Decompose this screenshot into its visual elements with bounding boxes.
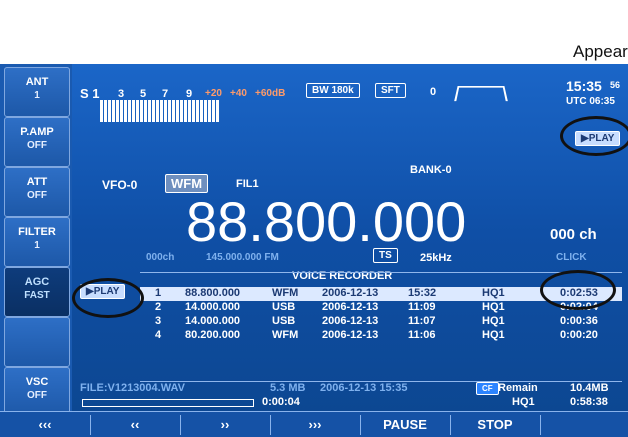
click-label: CLICK xyxy=(556,252,587,263)
remain-time: 0:58:38 xyxy=(570,396,608,408)
highlight-circle-duration xyxy=(540,270,616,310)
agc-button[interactable]: AGC FAST xyxy=(4,267,70,317)
sub-frequency: 145.000.000 FM xyxy=(206,252,279,263)
appear-annotation: Appear xyxy=(573,42,628,61)
playback-progress xyxy=(82,399,254,407)
rewind-button[interactable]: ‹‹ xyxy=(90,415,181,435)
scale-7: 7 xyxy=(162,88,169,100)
vsc-button[interactable]: VSC OFF xyxy=(4,367,70,417)
p-amp-button[interactable]: P.AMP OFF xyxy=(4,117,70,167)
radio-screen: ANT 1 P.AMP OFF ATT OFF FILTER 1 AGC FAST VSC… xyxy=(0,64,628,437)
vfo-label: VFO-0 xyxy=(102,178,138,192)
stop-button[interactable]: STOP xyxy=(450,415,541,435)
s-meter-bars xyxy=(100,100,270,122)
scale-plus60: +60dB xyxy=(255,88,286,99)
main-frequency: 88.800.000 xyxy=(186,190,467,253)
sub-channel: 000ch xyxy=(146,252,175,263)
bank-label: BANK-0 xyxy=(410,164,452,176)
ts-value: 25kHz xyxy=(420,252,452,264)
remain-label: Remain xyxy=(498,382,538,394)
cf-card-icon: CF xyxy=(476,382,499,395)
channel-unit: 000 ch xyxy=(550,226,597,243)
scale-plus20: +20 xyxy=(205,88,222,99)
scale-9: 9 xyxy=(186,88,193,100)
utc-time: UTC 06:35 xyxy=(566,96,615,107)
remain-size: 10.4MB xyxy=(570,382,609,394)
filter-button[interactable]: FILTER 1 xyxy=(4,217,70,267)
left-button-column: ANT 1 P.AMP OFF ATT OFF FILTER 1 AGC FAST VSC… xyxy=(0,64,72,417)
scale-plus40: +40 xyxy=(230,88,247,99)
forward-button[interactable]: ›› xyxy=(180,415,271,435)
file-name: FILE:V1213004.WAV xyxy=(80,382,185,394)
fast-rewind-button[interactable]: ‹‹‹ xyxy=(0,415,91,435)
fast-forward-button[interactable]: ››› xyxy=(270,415,361,435)
blank-button[interactable] xyxy=(4,317,70,367)
clock-seconds: 56 xyxy=(610,80,621,90)
elapsed-time: 0:00:04 xyxy=(262,396,300,408)
sft-badge: SFT xyxy=(375,83,406,98)
pause-button[interactable]: PAUSE xyxy=(360,415,451,435)
sft-value: 0 xyxy=(430,86,437,98)
list-item[interactable]: 4 80.200.000 WFM 2006-12-13 11:06 HQ1 0:00:20 xyxy=(140,329,622,343)
meter-label: S 1 xyxy=(80,86,100,101)
remain-quality: HQ1 xyxy=(512,396,535,408)
scale-3: 3 xyxy=(118,88,125,100)
att-button[interactable]: ATT OFF xyxy=(4,167,70,217)
highlight-circle-top-right xyxy=(560,116,628,156)
clock: 15:35 xyxy=(566,78,602,94)
ant-button[interactable]: ANT 1 xyxy=(4,67,70,117)
list-item[interactable]: 3 14.000.000 USB 2006-12-13 11:07 HQ1 0:00:36 xyxy=(140,315,622,329)
ts-badge: TS xyxy=(373,248,398,263)
highlight-circle-left xyxy=(72,278,144,318)
bw-badge: BW 180k xyxy=(306,83,360,98)
file-size: 5.3 MB xyxy=(270,382,306,394)
filter-shape-icon xyxy=(454,85,508,102)
file-date: 2006-12-13 15:35 xyxy=(320,382,408,394)
scale-5: 5 xyxy=(140,88,147,100)
bottom-function-bar: ‹‹‹ ‹‹ ›› ››› PAUSE STOP xyxy=(0,411,628,437)
